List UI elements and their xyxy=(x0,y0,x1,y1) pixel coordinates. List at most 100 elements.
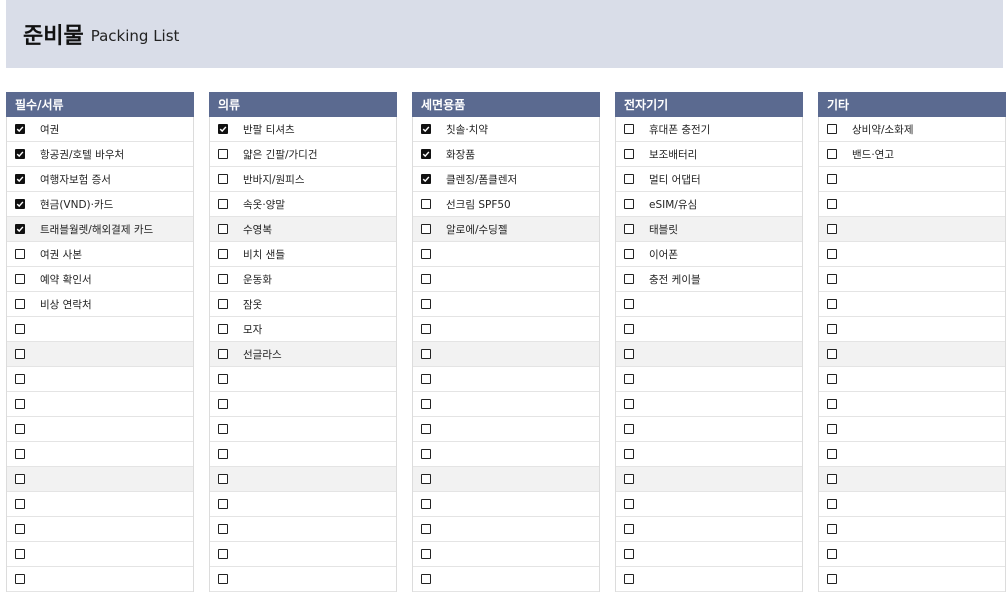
checkbox[interactable] xyxy=(827,349,837,359)
checkbox[interactable] xyxy=(421,474,431,484)
checkbox[interactable] xyxy=(421,524,431,534)
checkbox[interactable] xyxy=(827,149,837,159)
checkbox-checked[interactable] xyxy=(15,149,25,159)
checkbox[interactable] xyxy=(827,499,837,509)
checkbox[interactable] xyxy=(624,174,634,184)
checkbox[interactable] xyxy=(218,499,228,509)
checkbox[interactable] xyxy=(218,249,228,259)
checkbox[interactable] xyxy=(421,449,431,459)
checkbox-checked[interactable] xyxy=(15,199,25,209)
checkbox[interactable] xyxy=(624,549,634,559)
checkbox[interactable] xyxy=(218,449,228,459)
checkbox[interactable] xyxy=(421,574,431,584)
checkbox[interactable] xyxy=(827,324,837,334)
checkbox[interactable] xyxy=(218,149,228,159)
checkbox[interactable] xyxy=(421,499,431,509)
checkbox[interactable] xyxy=(624,324,634,334)
checkbox[interactable] xyxy=(421,274,431,284)
checkbox[interactable] xyxy=(624,499,634,509)
checkbox[interactable] xyxy=(624,199,634,209)
checkbox[interactable] xyxy=(218,324,228,334)
checkbox[interactable] xyxy=(15,349,25,359)
list-item xyxy=(616,342,802,367)
checkbox[interactable] xyxy=(15,274,25,284)
checkbox[interactable] xyxy=(827,374,837,384)
checkbox[interactable] xyxy=(15,524,25,534)
checkbox[interactable] xyxy=(421,199,431,209)
checkbox[interactable] xyxy=(218,524,228,534)
checkbox-checked[interactable] xyxy=(421,174,431,184)
checkbox[interactable] xyxy=(15,374,25,384)
checkbox[interactable] xyxy=(827,174,837,184)
checkbox[interactable] xyxy=(15,574,25,584)
checkbox[interactable] xyxy=(218,424,228,434)
checkbox[interactable] xyxy=(827,274,837,284)
checkbox[interactable] xyxy=(218,274,228,284)
list-item xyxy=(7,567,193,592)
checkbox[interactable] xyxy=(624,449,634,459)
checkbox[interactable] xyxy=(218,349,228,359)
checkbox[interactable] xyxy=(15,549,25,559)
checkbox[interactable] xyxy=(827,574,837,584)
checkbox[interactable] xyxy=(624,249,634,259)
checkbox[interactable] xyxy=(218,299,228,309)
checkbox-checked[interactable] xyxy=(218,124,228,134)
checkbox[interactable] xyxy=(624,374,634,384)
checkbox-checked[interactable] xyxy=(15,124,25,134)
checkbox[interactable] xyxy=(15,424,25,434)
checkbox[interactable] xyxy=(624,574,634,584)
checkbox[interactable] xyxy=(827,124,837,134)
checkbox[interactable] xyxy=(827,199,837,209)
checkbox[interactable] xyxy=(827,524,837,534)
checkbox[interactable] xyxy=(218,474,228,484)
checkbox[interactable] xyxy=(218,374,228,384)
list-item xyxy=(819,267,1005,292)
checkbox[interactable] xyxy=(218,399,228,409)
checkbox[interactable] xyxy=(624,299,634,309)
checkbox[interactable] xyxy=(421,349,431,359)
checkbox[interactable] xyxy=(827,299,837,309)
checkbox[interactable] xyxy=(624,274,634,284)
checkbox[interactable] xyxy=(624,474,634,484)
checkbox[interactable] xyxy=(421,424,431,434)
checkbox[interactable] xyxy=(421,249,431,259)
checkbox[interactable] xyxy=(827,249,837,259)
checkbox[interactable] xyxy=(218,224,228,234)
list-item xyxy=(616,542,802,567)
checkbox[interactable] xyxy=(624,524,634,534)
checkbox-checked[interactable] xyxy=(15,174,25,184)
checkbox[interactable] xyxy=(218,174,228,184)
checkbox[interactable] xyxy=(827,449,837,459)
checkbox[interactable] xyxy=(218,199,228,209)
checkbox-checked[interactable] xyxy=(15,224,25,234)
checkbox[interactable] xyxy=(15,399,25,409)
checkbox[interactable] xyxy=(827,474,837,484)
checkbox[interactable] xyxy=(827,549,837,559)
checkbox[interactable] xyxy=(624,149,634,159)
checkbox[interactable] xyxy=(218,549,228,559)
checkbox[interactable] xyxy=(624,349,634,359)
list-item: 클렌징/폼클렌저 xyxy=(413,167,599,192)
checkbox[interactable] xyxy=(15,499,25,509)
checkbox[interactable] xyxy=(624,399,634,409)
checkbox[interactable] xyxy=(421,374,431,384)
checkbox[interactable] xyxy=(15,474,25,484)
checkbox[interactable] xyxy=(624,224,634,234)
checkbox[interactable] xyxy=(15,299,25,309)
checkbox[interactable] xyxy=(15,449,25,459)
checkbox[interactable] xyxy=(827,224,837,234)
checkbox[interactable] xyxy=(15,249,25,259)
checkbox[interactable] xyxy=(421,299,431,309)
checkbox-checked[interactable] xyxy=(421,124,431,134)
checkbox-checked[interactable] xyxy=(421,149,431,159)
checkbox[interactable] xyxy=(624,424,634,434)
checkbox[interactable] xyxy=(218,574,228,584)
checkbox[interactable] xyxy=(421,549,431,559)
checkbox[interactable] xyxy=(624,124,634,134)
checkbox[interactable] xyxy=(15,324,25,334)
checkbox[interactable] xyxy=(421,324,431,334)
checkbox[interactable] xyxy=(827,399,837,409)
checkbox[interactable] xyxy=(421,224,431,234)
checkbox[interactable] xyxy=(421,399,431,409)
checkbox[interactable] xyxy=(827,424,837,434)
